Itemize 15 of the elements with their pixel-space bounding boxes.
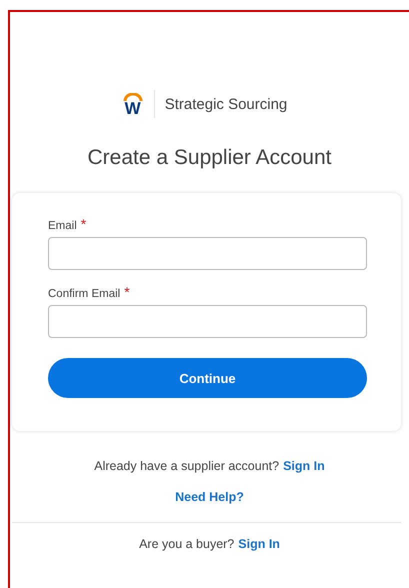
field-label: Confirm Email — [48, 288, 120, 300]
help-link[interactable]: Need Help? — [175, 490, 244, 504]
field-label: Email — [48, 220, 77, 232]
input-field[interactable] — [48, 237, 367, 270]
required-mark: * — [80, 216, 86, 232]
continue-button[interactable]: Continue — [48, 358, 367, 398]
sign-in-link[interactable]: Sign In — [238, 537, 280, 551]
sign-in-link[interactable]: Sign In — [283, 459, 325, 473]
logo-letter: W — [124, 102, 141, 116]
page-title: Create a Supplier Account — [86, 145, 332, 171]
prompt-text: Are you a buyer? — [139, 537, 234, 551]
input-field[interactable] — [48, 305, 367, 338]
prompt-text: Already have a supplier account? — [94, 459, 280, 473]
product-name: Strategic Sourcing — [164, 96, 288, 112]
required-mark: * — [124, 284, 130, 300]
